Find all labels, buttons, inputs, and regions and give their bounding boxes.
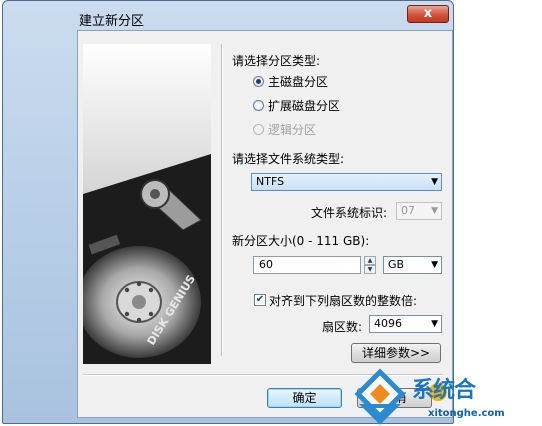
ok-button[interactable]: 确定 (267, 388, 342, 408)
sectors-label: 扇区数: (322, 320, 363, 334)
filesystem-id-value: 07 (401, 204, 415, 217)
watermark-url: xitonghe.com (428, 408, 505, 419)
radio-extended-partition[interactable] (253, 100, 264, 111)
window-title: 建立新分区 (79, 14, 145, 29)
title-bar[interactable]: 建立新分区 x (3, 1, 453, 31)
align-label[interactable]: 对齐到下列扇区数的整数倍: (269, 292, 417, 309)
filesystem-heading: 请选择文件系统类型: (232, 152, 345, 166)
partition-type-heading: 请选择分区类型: (232, 54, 321, 68)
partition-size-label: 新分区大小(0 - 111 GB): (232, 234, 370, 248)
chevron-down-icon: ▼ (431, 177, 438, 187)
spin-down-icon[interactable]: ▼ (364, 265, 376, 274)
radio-primary-partition[interactable] (253, 76, 264, 87)
filesystem-id-select: 07 ▼ (396, 202, 442, 220)
primary-partition-label[interactable]: 主磁盘分区 (268, 73, 328, 90)
watermark-title: 系统合 (412, 377, 476, 403)
chevron-down-icon: ▼ (431, 260, 438, 270)
radio-logical-partition (253, 124, 264, 135)
align-checkbox[interactable]: ✔ (254, 294, 266, 306)
sectors-value: 4096 (374, 317, 402, 330)
size-unit-value: GB (388, 258, 405, 271)
disk-image-panel: DISK GENIUS (83, 44, 211, 364)
size-unit-select[interactable]: GB ▼ (383, 256, 442, 274)
filesystem-selected: NTFS (256, 175, 285, 188)
close-button[interactable]: x (407, 5, 449, 23)
hard-disk-illustration: DISK GENIUS (83, 44, 211, 364)
chevron-down-icon: ▼ (431, 319, 438, 329)
filesystem-id-label: 文件系统标识: (311, 206, 388, 220)
filesystem-select[interactable]: NTFS ▼ (251, 173, 442, 191)
chevron-down-icon: ▼ (431, 206, 438, 216)
partition-size-input[interactable]: 60 (253, 256, 361, 274)
details-button[interactable]: 详细参数>> (351, 343, 441, 363)
logical-partition-label: 逻辑分区 (268, 123, 317, 137)
size-spinner[interactable]: ▲ ▼ (364, 256, 376, 274)
spin-up-icon[interactable]: ▲ (364, 256, 376, 265)
close-icon: x (423, 6, 433, 21)
vertical-divider (221, 44, 223, 356)
sectors-select[interactable]: 4096 ▼ (369, 315, 442, 333)
extended-partition-label[interactable]: 扩展磁盘分区 (268, 97, 340, 114)
